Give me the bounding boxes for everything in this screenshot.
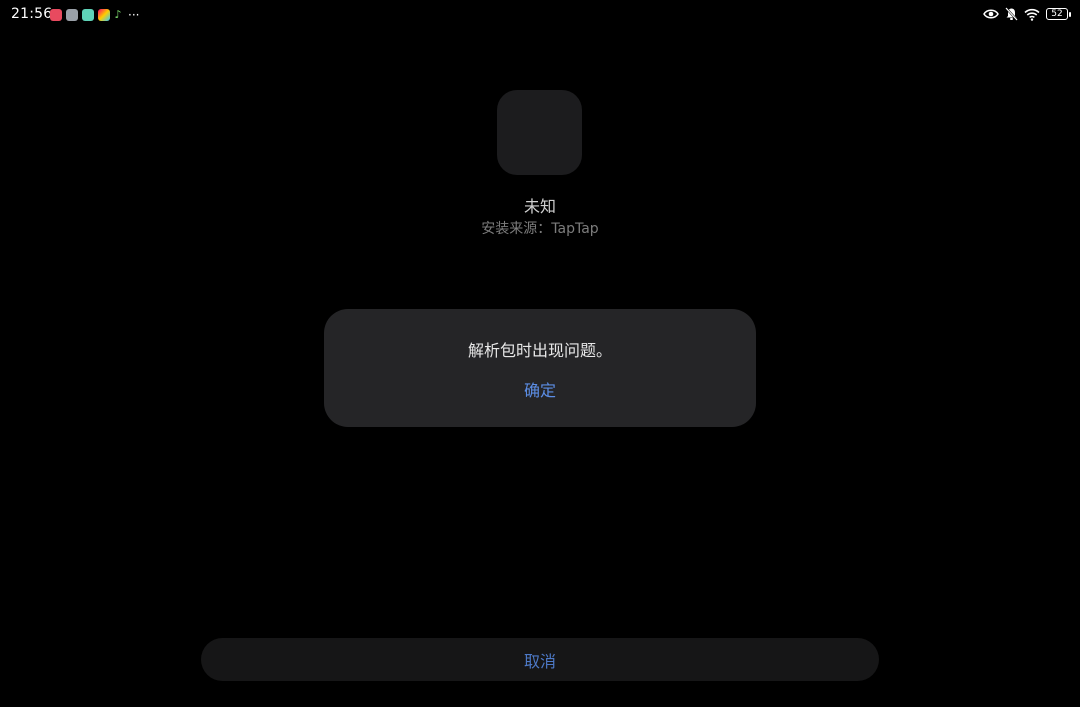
status-time: 21:56 <box>11 6 53 22</box>
eye-icon <box>983 8 999 20</box>
status-bar: 21:56 ♪ ··· 52 <box>0 0 1080 30</box>
confirm-button[interactable]: 确定 <box>486 372 594 406</box>
app-icon <box>497 90 582 175</box>
camera-app-icon <box>82 9 94 21</box>
settings-app-icon <box>66 9 78 21</box>
wifi-icon <box>1024 8 1040 21</box>
screen: 21:56 ♪ ··· 52 未知 安装来源：TapTap 解析包时出现问题。 … <box>0 0 1080 707</box>
install-source: 安装来源：TapTap <box>481 221 599 237</box>
music-app-icon: ♪ <box>114 8 122 21</box>
dialog-message: 解析包时出现问题。 <box>467 341 612 360</box>
error-dialog: 解析包时出现问题。 <box>324 309 756 427</box>
red-app-icon <box>50 9 62 21</box>
notification-icons: ♪ ··· <box>50 9 139 21</box>
gallery-app-icon <box>98 9 110 21</box>
bell-off-icon <box>1005 7 1018 21</box>
cancel-button[interactable]: 取消 <box>201 638 879 681</box>
battery-icon: 52 <box>1046 8 1071 20</box>
more-notifications-icon: ··· <box>128 8 140 22</box>
app-name: 未知 <box>523 197 556 216</box>
system-icons: 52 <box>983 7 1071 21</box>
